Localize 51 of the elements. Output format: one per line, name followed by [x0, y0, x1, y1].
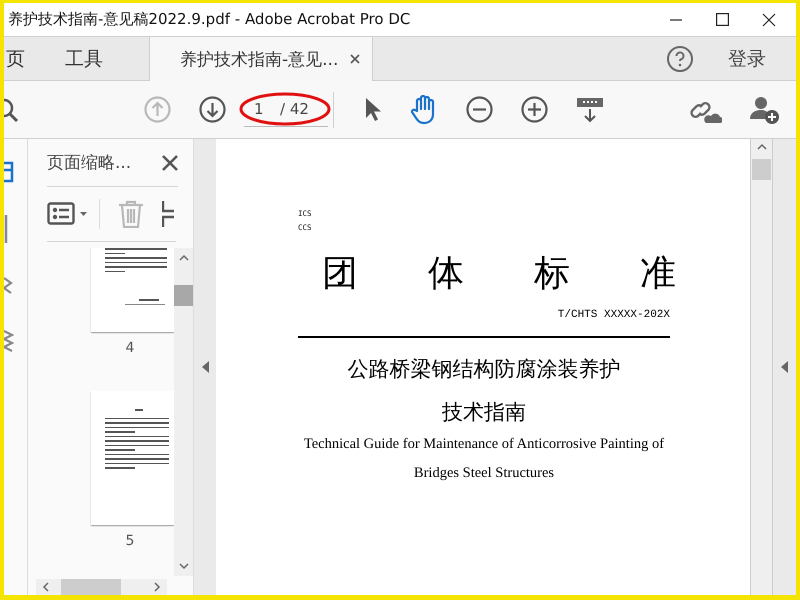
tab[interactable]: 页 [4, 37, 39, 80]
window-title: 养护技术指南-意见稿2022.9.pdf - Adobe Acrobat Pro DC [7, 10, 410, 29]
attachment-icon[interactable] [4, 275, 14, 297]
horizontal-scrollbar[interactable] [36, 579, 167, 595]
standard-code: T/CHTS XXXXX-202X [558, 309, 670, 321]
keyboard-down-icon[interactable] [576, 96, 604, 122]
heading-character: 标 [534, 252, 570, 296]
english-title: Technical Guide for Maintenance of Anticorrosive Painting of [304, 436, 664, 452]
login-link[interactable]: 登录 [728, 46, 766, 72]
scrollbar-thumb[interactable] [174, 285, 193, 306]
add-user-icon[interactable] [750, 94, 780, 124]
english-title: Bridges Steel Structures [414, 464, 554, 482]
document-title: 技术指南 [442, 400, 526, 424]
tab[interactable]: 养护技术指南-意见... [149, 37, 373, 81]
page-number-label: 5 [126, 533, 134, 549]
thumbnail-options-icon[interactable] [47, 202, 89, 226]
scroll-down-icon[interactable] [178, 563, 188, 570]
zoom-out-icon[interactable] [466, 96, 493, 123]
heading-character: 准 [640, 252, 676, 296]
heading-character: 体 [428, 252, 464, 296]
scroll-up-icon[interactable] [756, 143, 766, 150]
search-icon[interactable] [4, 98, 18, 122]
heading-character: 团 [322, 252, 358, 296]
page-thumbnail[interactable] [91, 248, 174, 332]
close-icon[interactable] [350, 54, 360, 64]
page-number-field[interactable]: 1 [254, 100, 280, 118]
tab[interactable]: 工具 [55, 37, 117, 80]
page-number-label: 4 [126, 340, 134, 356]
expand-panel-icon[interactable] [781, 361, 788, 373]
document-title: 公路桥梁钢结构防腐涂装养护 [348, 356, 620, 380]
zoom-in-icon[interactable] [521, 96, 548, 123]
scroll-up-icon[interactable] [178, 254, 188, 261]
help-icon[interactable] [666, 44, 694, 72]
pointer-icon[interactable] [364, 96, 382, 122]
scroll-right-icon[interactable] [154, 582, 161, 592]
page-thumbnails-icon[interactable] [4, 161, 14, 183]
maximize-icon[interactable] [716, 13, 729, 26]
page-thumbnail[interactable] [91, 391, 174, 525]
scrollbar[interactable] [750, 139, 772, 595]
scrollbar-thumb[interactable] [61, 579, 121, 595]
scrollbar-thumb[interactable] [752, 159, 771, 180]
scroll-left-icon[interactable] [42, 582, 49, 592]
page-tool-icon[interactable] [162, 201, 174, 227]
panel-title: 页面缩略... [47, 152, 132, 174]
next-page-icon[interactable] [199, 96, 226, 123]
layers-icon[interactable] [4, 329, 14, 353]
close-icon[interactable] [162, 154, 178, 170]
scrollbar[interactable] [174, 248, 193, 576]
page-count: / 42 [280, 100, 309, 118]
close-icon[interactable] [762, 12, 776, 26]
collapse-panel-icon[interactable] [202, 361, 208, 373]
